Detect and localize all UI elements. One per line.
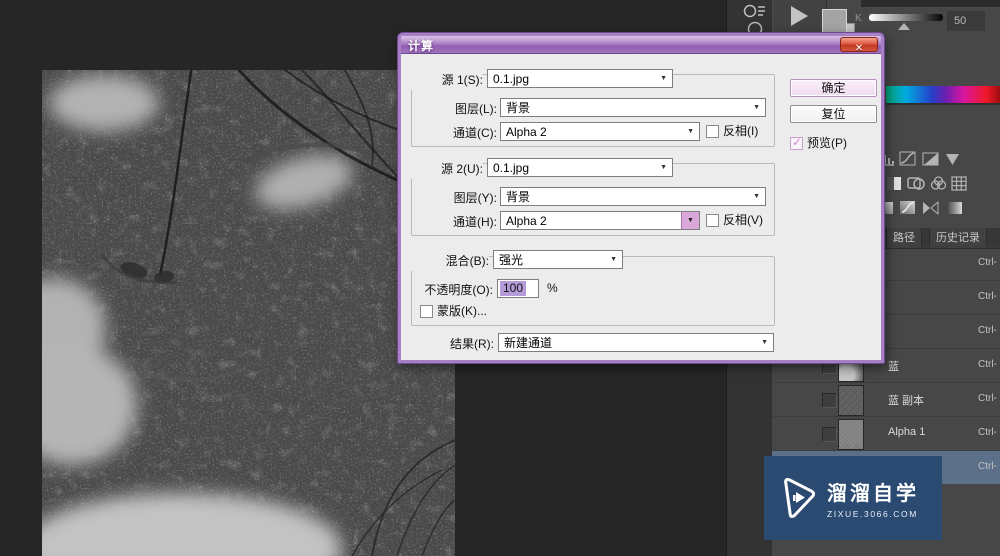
play-button[interactable] [774, 0, 827, 35]
channel-name: Alpha 1 [888, 426, 926, 438]
source1-layer-label: 图层(L): [454, 102, 497, 116]
preview-checkbox[interactable]: ✓ [790, 135, 803, 150]
channel-shortcut: Ctrl- [978, 359, 997, 370]
source2-file-value: 0.1.jpg [493, 161, 530, 175]
play-icon [791, 6, 808, 26]
invert2-label: 反相(V) [723, 213, 763, 227]
calculations-dialog: 计算 ✕ 源 1(S): 0.1.jpg ▼ 图层(L): 背景 ▼ 通道(C)… [398, 33, 884, 363]
channel-mixer-adjustment-icon[interactable] [930, 175, 948, 191]
dock-panel-icon[interactable] [743, 3, 767, 19]
source1-layer-select[interactable]: 背景 ▼ [500, 98, 766, 117]
result-value: 新建通道 [504, 336, 553, 350]
exposure-adjustment-icon[interactable] [922, 152, 940, 168]
dialog-title: 计算 [408, 39, 435, 53]
channel-thumbnail [838, 419, 864, 450]
channel-thumbnail [838, 385, 864, 416]
channel-name: 蓝 副本 [888, 395, 925, 407]
gradient-adjustment-icon[interactable] [899, 200, 917, 216]
source2-layer-value: 背景 [506, 190, 531, 204]
source2-file-select[interactable]: 0.1.jpg ▼ [487, 158, 673, 177]
source1-channel-value: Alpha 2 [506, 125, 547, 139]
invert2-checkbox[interactable] [706, 214, 719, 227]
photoshop-workspace: K 50 路径 历史记录 Ctrl- Ctrl- Ctrl- 蓝 Ctrl- 蓝… [0, 0, 1000, 556]
black-white-adjustment-icon[interactable] [886, 176, 904, 192]
result-select[interactable]: 新建通道 ▼ [498, 333, 774, 352]
close-button[interactable]: ✕ [840, 37, 878, 54]
source2-label: 源 2(U): [401, 160, 483, 179]
mask-label: 蒙版(K)... [437, 304, 487, 318]
panel-top-strip [861, 0, 1000, 7]
chevron-down-icon: ▼ [687, 128, 694, 135]
k-slider-track[interactable] [869, 14, 943, 21]
watermark-title: 溜溜自学 [827, 483, 919, 505]
k-value-field[interactable]: 50 [947, 11, 985, 31]
chevron-down-icon: ▼ [610, 256, 617, 263]
channel-shortcut: Ctrl- [978, 291, 997, 302]
photo-filter-adjustment-icon[interactable] [907, 175, 925, 191]
channel-shortcut: Ctrl- [978, 427, 997, 438]
opacity-unit: % [547, 281, 558, 295]
channel-shortcut: Ctrl- [978, 325, 997, 336]
blend-mode-value: 强光 [499, 253, 524, 267]
color-spectrum-bar[interactable] [886, 86, 1000, 105]
mask-checkbox[interactable] [420, 305, 433, 318]
tab-history[interactable]: 历史记录 [929, 228, 987, 248]
watermark-subtitle: ZIXUE.3066.COM [827, 509, 918, 519]
chevron-down-icon: ▼ [753, 104, 760, 111]
invert1-checkbox[interactable] [706, 125, 719, 138]
opacity-label: 不透明度(O): [424, 283, 493, 297]
channel-row-alpha1[interactable]: Alpha 1 Ctrl- [772, 416, 1000, 450]
tab-paths[interactable]: 路径 [886, 228, 922, 248]
source1-file-value: 0.1.jpg [493, 72, 530, 86]
source1-channel-select[interactable]: Alpha 2 ▼ [500, 122, 700, 141]
source1-label: 源 1(S): [401, 71, 483, 90]
source1-file-select[interactable]: 0.1.jpg ▼ [487, 69, 673, 88]
dialog-body: 源 1(S): 0.1.jpg ▼ 图层(L): 背景 ▼ 通道(C): Alp… [401, 53, 881, 360]
source2-layer-select[interactable]: 背景 ▼ [500, 187, 766, 206]
opacity-input[interactable]: 100 [497, 279, 539, 298]
invert1-label: 反相(I) [723, 124, 759, 138]
dialog-titlebar[interactable]: 计算 [401, 36, 881, 54]
channel-row-blue-copy[interactable]: 蓝 副本 Ctrl- [772, 382, 1000, 416]
preview-label: 预览(P) [807, 136, 847, 150]
source2-channel-select[interactable]: Alpha 2 ▼ [500, 211, 700, 230]
foreground-color-swatch[interactable] [822, 9, 847, 33]
chevron-down-icon[interactable]: ▼ [681, 212, 699, 229]
source1-channel-label: 通道(C): [453, 126, 497, 140]
channel-shortcut: Ctrl- [978, 461, 997, 472]
ok-button[interactable]: 确定 [790, 79, 877, 97]
visibility-toggle[interactable] [822, 393, 837, 408]
posterize-adjustment-icon[interactable] [945, 201, 963, 217]
source1-layer-value: 背景 [506, 101, 531, 115]
watermark-play-icon [784, 478, 816, 519]
source2-channel-value: Alpha 2 [506, 214, 547, 228]
chevron-down-icon: ▼ [753, 193, 760, 200]
channel-shortcut: Ctrl- [978, 257, 997, 268]
chevron-down-icon: ▼ [660, 164, 667, 171]
color-lookup-adjustment-icon[interactable] [951, 176, 969, 192]
invert-adjustment-icon[interactable] [922, 201, 940, 217]
blend-mode-select[interactable]: 强光 ▼ [493, 250, 623, 269]
vibrance-adjustment-icon[interactable] [944, 152, 962, 168]
blend-label: 混合(B): [401, 252, 489, 271]
visibility-toggle[interactable] [822, 427, 837, 442]
result-label: 结果(R): [450, 337, 494, 351]
k-slider-thumb[interactable] [898, 23, 910, 30]
source2-channel-label: 通道(H): [453, 215, 497, 229]
channel-name: 蓝 [888, 361, 899, 373]
document-image [42, 70, 455, 556]
chevron-down-icon: ▼ [660, 75, 667, 82]
opacity-value: 100 [500, 281, 527, 296]
curves-adjustment-icon[interactable] [899, 151, 917, 167]
channel-shortcut: Ctrl- [978, 393, 997, 404]
reset-button[interactable]: 复位 [790, 105, 877, 123]
watermark: 溜溜自学 ZIXUE.3066.COM [764, 456, 942, 540]
check-icon: ✓ [792, 135, 803, 149]
source2-layer-label: 图层(Y): [453, 191, 497, 205]
k-channel-label: K [855, 13, 862, 24]
chevron-down-icon: ▼ [761, 339, 768, 346]
